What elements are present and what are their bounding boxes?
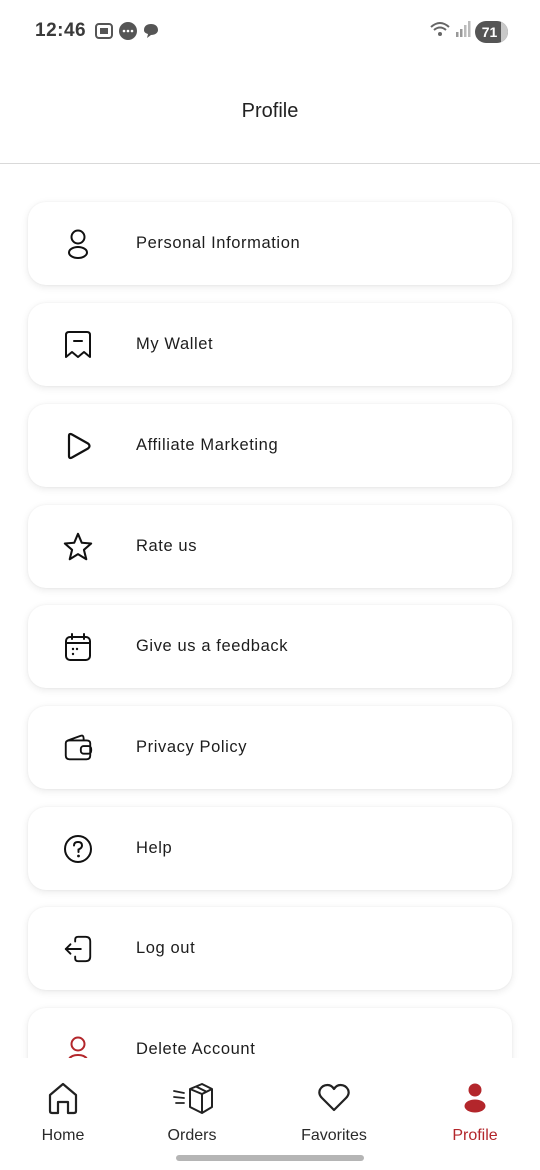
heart-icon (279, 1078, 389, 1118)
nav-item-orders[interactable]: Orders (137, 1078, 247, 1145)
nav-item-home[interactable]: Home (8, 1078, 118, 1145)
menu-item-delete-account[interactable]: Delete Account (28, 1008, 512, 1058)
status-time: 12:46 (35, 20, 87, 41)
calendar-icon (62, 631, 94, 663)
profile-icon (420, 1078, 530, 1118)
status-bar: 12:46 71 (0, 0, 540, 62)
star-icon (62, 531, 94, 563)
nav-label: Favorites (301, 1127, 367, 1144)
nav-label: Profile (452, 1127, 498, 1144)
screenshot-icon (94, 21, 114, 46)
menu-item-label: Help (136, 839, 173, 857)
menu-item-affiliate-marketing[interactable]: Affiliate Marketing (28, 404, 512, 487)
page-header: Profile (0, 62, 540, 164)
user-icon (62, 228, 94, 260)
menu-item-label: Delete Account (136, 1040, 256, 1058)
message-icon (142, 22, 160, 45)
delete-user-icon (62, 1034, 94, 1058)
bottom-navigation: Home Orders Favorites Profile (0, 1058, 540, 1170)
menu-item-label: Affiliate Marketing (136, 436, 279, 454)
menu-item-rate-us[interactable]: Rate us (28, 505, 512, 588)
purse-icon (62, 732, 94, 764)
page-title: Profile (241, 100, 299, 122)
menu-item-my-wallet[interactable]: My Wallet (28, 303, 512, 386)
signal-icon (455, 20, 471, 43)
menu-item-label: Log out (136, 939, 196, 957)
nav-label: Home (41, 1127, 85, 1144)
profile-screen: 12:46 71 Profile Personal Information My… (0, 0, 540, 1170)
menu-item-label: Personal Information (136, 234, 301, 252)
home-icon (8, 1078, 118, 1118)
menu-item-personal-information[interactable]: Personal Information (28, 202, 512, 285)
logout-icon (62, 933, 94, 965)
menu-item-help[interactable]: Help (28, 807, 512, 890)
menu-item-privacy-policy[interactable]: Privacy Policy (28, 706, 512, 789)
menu-item-label: Rate us (136, 537, 198, 555)
play-icon (62, 430, 94, 462)
chat-bubble-icon (118, 21, 138, 46)
question-icon (62, 833, 94, 865)
box-icon (137, 1078, 247, 1118)
nav-item-profile[interactable]: Profile (420, 1078, 530, 1145)
menu-item-log-out[interactable]: Log out (28, 907, 512, 990)
status-system-icons: 71 (429, 19, 508, 44)
menu-item-label: My Wallet (136, 335, 214, 353)
menu-item-label: Give us a feedback (136, 637, 289, 655)
status-notification-icons (94, 21, 160, 46)
profile-menu: Personal Information My Wallet Affiliate… (0, 166, 540, 1058)
menu-item-feedback[interactable]: Give us a feedback (28, 605, 512, 688)
wallet-icon (62, 329, 94, 361)
nav-label: Orders (167, 1127, 217, 1144)
battery-indicator: 71 (475, 20, 508, 43)
home-indicator[interactable] (176, 1155, 364, 1161)
nav-item-favorites[interactable]: Favorites (279, 1078, 389, 1145)
menu-item-label: Privacy Policy (136, 738, 248, 756)
wifi-icon (429, 19, 451, 44)
